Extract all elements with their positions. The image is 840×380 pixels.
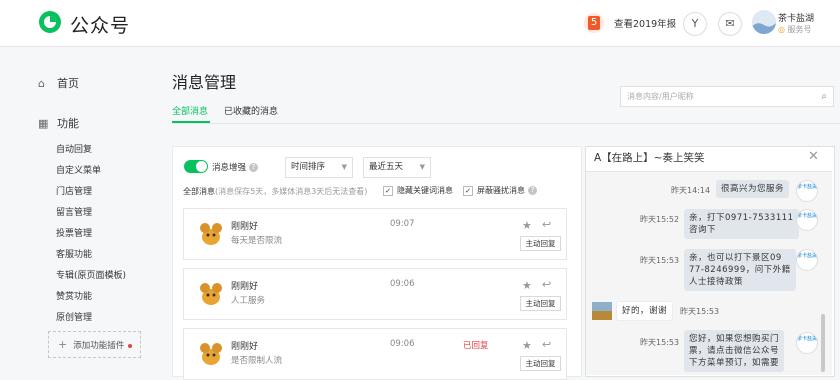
chat-timestamp: 昨天15:52 xyxy=(640,215,680,224)
check-icon: ✓ xyxy=(383,185,393,196)
message-row[interactable]: 刚刚好 每天是否限流 09:07 ★ ↩ 主动回复 xyxy=(183,208,567,260)
chat-timestamp: 昨天15:53 xyxy=(640,256,680,265)
top-bar: 公众号 5 查看2019年报 Y ✉ 茶卡盐湖 ◎ 服务号 xyxy=(0,0,840,47)
chat-bubble-incoming: 好的，谢谢 xyxy=(616,301,674,321)
chat-bubble-outgoing: 您好，如果您想购买门 票，请点击微信公众号 下方菜单预订，如需要 xyxy=(684,330,785,372)
sidebar-item-home[interactable]: ⌂ 首页 xyxy=(38,75,79,91)
help-icon[interactable]: ? xyxy=(249,163,259,172)
check-icon: ✓ xyxy=(463,185,473,196)
brand-title: 公众号 xyxy=(70,15,131,37)
sidebar-item-reward[interactable]: 赞赏功能 xyxy=(56,289,92,302)
home-icon: ⌂ xyxy=(38,77,45,90)
annual-report-icon[interactable]: 5 xyxy=(584,13,604,33)
reply-arrow-icon[interactable]: ↩ xyxy=(542,218,551,231)
reply-button[interactable]: 主动回复 xyxy=(520,296,561,311)
sort-select[interactable]: 时间排序 ▼ xyxy=(285,157,353,178)
account-chat-avatar: 茶卡盐湖 xyxy=(796,332,818,354)
mail-icon[interactable]: ✉ xyxy=(718,12,742,36)
chevron-down-icon: ▼ xyxy=(341,163,347,171)
sidebar-item-custom-menu[interactable]: 自定义菜单 xyxy=(56,163,101,176)
sidebar-item-customer-service[interactable]: 客服功能 xyxy=(56,247,92,260)
enhance-toggle[interactable] xyxy=(184,160,208,173)
search-icon[interactable]: ⌕ xyxy=(821,87,827,106)
grid-icon: ▦ xyxy=(38,117,49,130)
tab-all-messages[interactable]: 全部消息 xyxy=(172,104,208,117)
sidebar-item-comments[interactable]: 留言管理 xyxy=(56,205,92,218)
close-icon[interactable]: ✕ xyxy=(808,149,819,164)
star-icon[interactable]: ★ xyxy=(522,219,532,232)
chat-bubble-outgoing: 亲，打下0971-7533111 咨询下 xyxy=(684,209,799,239)
wechat-mp-logo-icon[interactable] xyxy=(38,10,62,34)
message-sender[interactable]: 刚刚好 xyxy=(231,219,258,232)
sidebar-item-store[interactable]: 门店管理 xyxy=(56,184,92,197)
hide-keyword-checkbox[interactable]: ✓ 隐藏关键词消息 xyxy=(383,185,453,196)
user-avatar[interactable] xyxy=(196,279,226,309)
message-sender[interactable]: 刚刚好 xyxy=(231,279,258,292)
chat-timestamp: 昨天14:14 xyxy=(671,186,711,195)
message-time: 09:06 xyxy=(390,339,415,349)
page-title: 消息管理 xyxy=(172,73,237,92)
reply-button[interactable]: 主动回复 xyxy=(520,356,561,371)
message-sender[interactable]: 刚刚好 xyxy=(231,339,258,352)
range-select[interactable]: 最近五天 ▼ xyxy=(363,157,431,178)
add-plugin-button[interactable]: + 添加功能插件 xyxy=(48,331,141,358)
sidebar-section-functions: ▦ 功能 xyxy=(38,117,79,130)
user-chat-avatar xyxy=(592,302,612,320)
account-chat-avatar: 茶卡盐湖 xyxy=(796,209,818,231)
tabs-divider xyxy=(172,123,840,124)
chevron-down-icon: ▼ xyxy=(419,163,425,171)
y-logo-icon[interactable]: Y xyxy=(683,12,707,36)
star-icon[interactable]: ★ xyxy=(522,279,532,292)
message-text: 人工服务 xyxy=(231,296,266,306)
chat-scrollbar[interactable] xyxy=(821,314,825,372)
account-chat-avatar: 茶卡盐湖 xyxy=(796,180,818,202)
reply-button[interactable]: 主动回复 xyxy=(520,236,561,251)
chat-timestamp: 昨天15:53 xyxy=(640,338,680,347)
tab-starred-messages[interactable]: 已收藏的消息 xyxy=(224,104,278,117)
sidebar-item-original[interactable]: 原创管理 xyxy=(56,310,92,323)
message-row[interactable]: 刚刚好 人工服务 09:06 ★ ↩ 主动回复 xyxy=(183,268,567,320)
plus-icon: + xyxy=(58,338,68,351)
message-text: 每天是否限流 xyxy=(231,236,283,246)
chat-bubble-outgoing: 亲，也可以打下景区09 77-8246999，问下外籍 人士接待政策 xyxy=(684,249,796,291)
search-input[interactable]: 消息内容/用户昵称 ⌕ xyxy=(620,86,834,107)
chat-title: A【在路上】~奏上笑笑 xyxy=(594,152,705,164)
message-text: 是否限制人流 xyxy=(231,356,283,366)
annual-report-link[interactable]: 查看2019年报 xyxy=(614,16,676,30)
message-status: 已回复 xyxy=(463,341,489,351)
chat-bubble-outgoing: 很高兴为您服务 xyxy=(716,180,790,198)
reply-arrow-icon[interactable]: ↩ xyxy=(542,278,551,291)
reply-arrow-icon[interactable]: ↩ xyxy=(542,338,551,351)
sidebar-item-album[interactable]: 专辑(原页面模板) xyxy=(56,268,126,281)
sidebar-item-vote[interactable]: 投票管理 xyxy=(56,226,92,239)
notification-dot xyxy=(128,343,133,348)
message-time: 09:07 xyxy=(390,219,415,229)
user-avatar[interactable] xyxy=(196,219,226,249)
account-type: ◎ 服务号 xyxy=(778,25,812,34)
active-tab-indicator xyxy=(172,121,210,123)
message-time: 09:06 xyxy=(390,279,415,289)
message-row[interactable]: 刚刚好 是否限制人流 09:06 已回复 ★ ↩ 主动回复 xyxy=(183,328,567,380)
star-icon[interactable]: ★ xyxy=(522,339,532,352)
account-chat-avatar: 茶卡盐湖 xyxy=(796,249,818,271)
enhance-label: 消息增强? xyxy=(212,161,259,173)
account-avatar[interactable] xyxy=(752,10,776,34)
block-harass-checkbox[interactable]: ✓ 屏蔽骚扰消息? xyxy=(463,185,537,196)
help-icon[interactable]: ? xyxy=(528,186,537,195)
sidebar-item-auto-reply[interactable]: 自动回复 xyxy=(56,142,92,155)
user-avatar[interactable] xyxy=(196,339,226,369)
all-messages-note: 全部消息(消息保存5天，多媒体消息3天后无法查看) xyxy=(183,187,368,196)
account-name[interactable]: 茶卡盐湖 xyxy=(778,11,814,24)
chat-timestamp: 昨天15:53 xyxy=(680,307,720,316)
